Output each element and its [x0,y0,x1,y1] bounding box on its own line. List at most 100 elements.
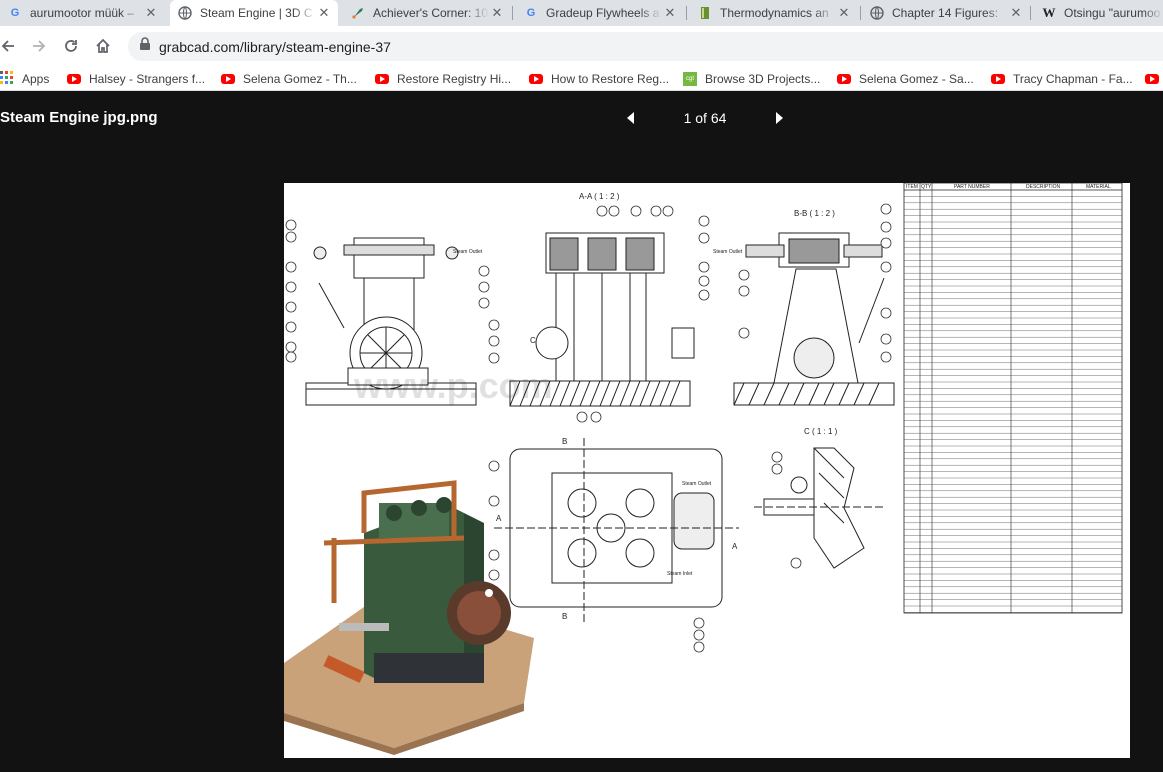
pager: 1 of 64 [620,107,790,129]
bookmark-halsey[interactable]: Halsey - Strangers f... [67,70,205,88]
lock-icon [139,37,151,56]
home-button[interactable] [91,34,115,58]
close-icon[interactable]: ✕ [836,5,852,21]
youtube-icon [221,74,235,84]
tab-title: Chapter 14 Figures: [892,6,999,20]
browser-toolbar: grabcad.com/library/steam-engine-37 [0,26,1163,66]
tab-gradeup-flywheels[interactable]: G Gradeup Flywheels a ✕ [516,0,684,26]
globe-icon [870,6,884,20]
steam-outlet-front: Steam Outlet [453,249,483,255]
chevron-right-icon[interactable] [771,110,787,126]
label-b-top: B [562,437,567,446]
section-bb-view [733,232,895,406]
apps-grid-icon [0,70,14,88]
engineering-drawing: A-A ( 1 : 2 ) B-B ( 1 : 2 ) C ( 1 : 1 ) … [284,183,1123,755]
tab-title: Gradeup Flywheels a [546,6,660,20]
google-icon: G [10,7,20,19]
tab-steam-engine[interactable]: Steam Engine | 3D C ✕ [170,0,338,26]
label-a-right: A [732,542,738,551]
bookmark-label: Selena Gomez - Sa... [859,72,974,86]
label-b-bottom: B [562,612,567,621]
close-icon[interactable]: ✕ [489,5,505,21]
tab-achievers-corner[interactable]: Achiever's Corner: 10 ✕ [343,0,511,26]
tab-separator [686,6,687,20]
book-icon [698,6,712,20]
globe-icon [178,6,192,20]
cgt-icon: cgt [683,72,697,86]
label-c: C [530,336,536,345]
reload-button[interactable] [59,34,83,58]
top-view [494,438,739,623]
close-icon[interactable]: ✕ [662,5,678,21]
tab-aurumootor[interactable]: G aurumootor müük – ✕ [0,0,165,26]
youtube-icon [67,74,81,84]
bookmark-label: Tracy Chapman - Fa... [1013,72,1133,86]
image-viewer: Steam Engine jpg.png 1 of 64 A-A (1: 2… [0,92,1163,772]
bookmark-label: Apps [22,72,50,86]
bookmark-label: Halsey - Strangers f... [89,72,206,86]
tab-chapter-14[interactable]: Chapter 14 Figures: ✕ [862,0,1030,26]
reload-icon [65,40,77,52]
bom-header-material: MATERIAL [1086,184,1111,190]
bookmark-label: Restore Registry Hi... [397,72,512,86]
tab-title: Otsingu "aurumoo [1064,6,1161,20]
detail-c-label: C ( 1 : 1 ) [804,427,838,436]
tab-title: Steam Engine | 3D C [200,6,313,20]
label-a-left: A [496,514,502,523]
steam-inlet-label: Steam Inlet [667,571,693,577]
forward-button[interactable] [27,34,51,58]
youtube-icon [529,74,543,84]
bom-header-description: DESCRIPTION [1026,184,1061,190]
tab-thermodynamics[interactable]: Thermodynamics an ✕ [690,0,858,26]
bom-header-item: ITEM [906,184,918,190]
bom-header-qty: QTY [921,184,932,190]
tab-separator [512,6,513,20]
home-icon [96,38,110,53]
google-icon: G [526,7,536,19]
bookmark-restore-reg[interactable]: How to Restore Reg... [529,70,669,88]
tab-separator [1030,6,1031,20]
bookmark-label: Browse 3D Projects... [705,72,821,86]
section-bb-label: B-B ( 1 : 2 ) [794,209,835,218]
steam-outlet-bb: Steam Outlet [713,249,743,255]
youtube-icon [1145,74,1159,84]
bookmarks-bar: Apps Halsey - Strangers f... Selena Gome… [0,66,1163,91]
engine-render [284,480,534,755]
back-button[interactable] [0,34,20,58]
tab-separator [860,6,861,20]
back-arrow-icon [1,40,14,52]
bookmark-selena-sa[interactable]: Selena Gomez - Sa... [837,70,974,88]
youtube-icon [837,74,851,84]
bill-of-materials: ITEM QTY PART NUMBER DESCRIPTION MATERIA… [903,183,1123,614]
bookmark-restore-registry-hi[interactable]: Restore Registry Hi... [375,70,511,88]
wikipedia-icon: W [1042,5,1056,20]
forward-arrow-icon [33,40,46,52]
bookmark-label: How to Restore Reg... [551,72,670,86]
close-icon[interactable]: ✕ [143,5,159,21]
steam-outlet-top: Steam Outlet [682,481,712,487]
bookmark-apps[interactable]: Apps [0,70,49,88]
address-bar[interactable]: grabcad.com/library/steam-engine-37 [128,32,1163,61]
section-aa-label: A-A ( 1 : 2 ) [579,192,620,201]
url-text: grabcad.com/library/steam-engine-37 [159,38,391,55]
bookmark-overflow[interactable] [1145,70,1163,88]
close-icon[interactable]: ✕ [1008,5,1024,21]
chevron-left-icon[interactable] [623,110,639,126]
tab-title: Thermodynamics an [720,6,829,20]
bookmark-selena-th[interactable]: Selena Gomez - Th... [221,70,357,88]
youtube-icon [991,74,1005,84]
close-icon[interactable]: ✕ [316,5,332,21]
tab-title: aurumootor müük – [30,6,135,20]
bom-header-part-number: PART NUMBER [954,184,990,190]
rocket-icon [351,6,365,20]
youtube-icon [375,74,389,84]
tab-strip: G aurumootor müük – ✕ Steam Engine | 3D … [0,0,1163,26]
watermark: www.p.com [353,365,553,406]
bookmark-label: Selena Gomez - Th... [243,72,357,86]
drawing-image: A-A ( 1 : 2 ) B-B ( 1 : 2 ) C ( 1 : 1 ) … [284,183,1130,758]
tab-otsingu[interactable]: W Otsingu "aurumoo [1034,0,1163,26]
page-counter: 1 of 64 [683,110,727,126]
tab-title: Achiever's Corner: 10 [373,6,489,20]
bookmark-browse-3d[interactable]: cgt Browse 3D Projects... [683,70,820,88]
bookmark-tracy-chapman[interactable]: Tracy Chapman - Fa... [991,70,1133,88]
